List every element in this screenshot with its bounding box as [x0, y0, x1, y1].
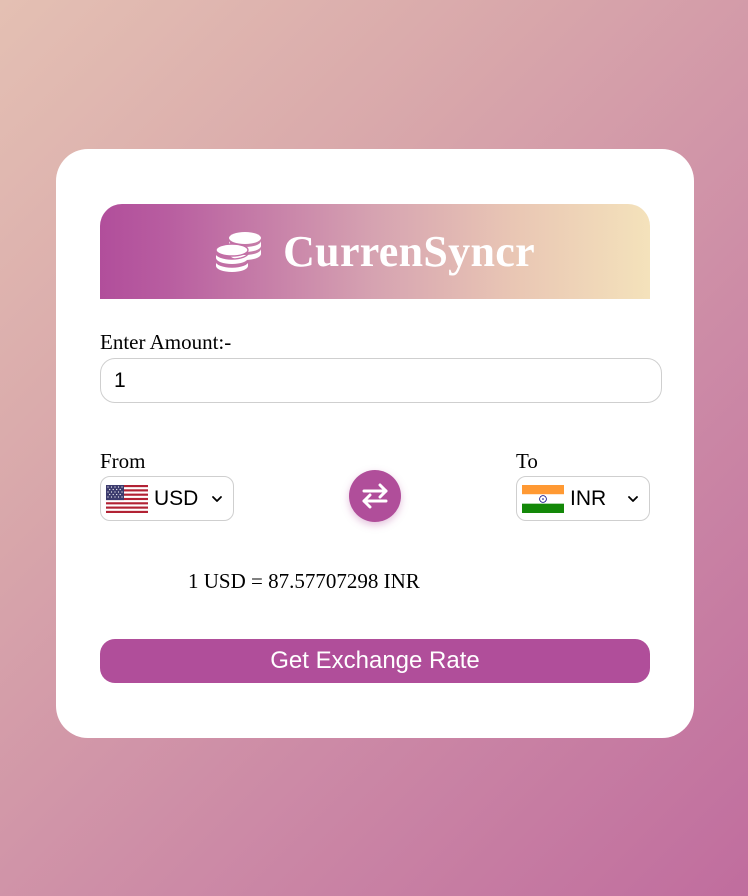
app-title: CurrenSyncr [283, 227, 535, 276]
to-currency-code: INR [570, 486, 607, 510]
to-currency-select[interactable]: INR [516, 476, 650, 521]
exchange-rate-result: 1 USD = 87.57707298 INR [188, 569, 420, 593]
from-currency-select[interactable]: USD [100, 476, 234, 521]
coins-icon [215, 231, 262, 272]
chevron-down-icon [212, 496, 222, 502]
to-label: To [516, 449, 538, 473]
india-flag-icon [522, 484, 564, 513]
swap-arrows-icon [362, 483, 388, 509]
from-currency-code: USD [154, 486, 199, 510]
get-exchange-rate-button[interactable]: Get Exchange Rate [100, 639, 650, 683]
app-header: CurrenSyncr [100, 204, 650, 299]
from-label: From [100, 449, 146, 473]
amount-input[interactable] [100, 358, 662, 403]
converter-card: CurrenSyncr Enter Amount:- From [56, 149, 694, 738]
amount-label: Enter Amount:- [100, 330, 232, 354]
swap-currencies-button[interactable] [349, 470, 401, 522]
chevron-down-icon [628, 496, 638, 502]
us-flag-icon [106, 484, 148, 513]
